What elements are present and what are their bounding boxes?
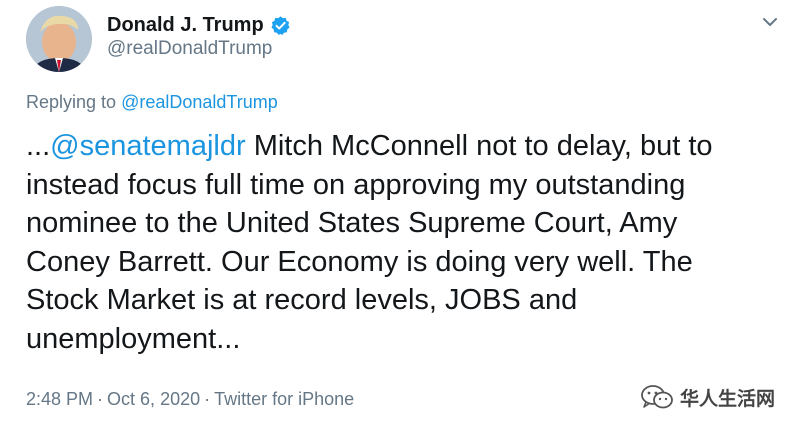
- meta-separator: ·: [204, 389, 211, 409]
- tweet-source[interactable]: Twitter for iPhone: [214, 389, 354, 409]
- reply-target-link[interactable]: @realDonaldTrump: [121, 92, 278, 112]
- reply-context: Replying to @realDonaldTrump: [26, 92, 278, 113]
- author-handle[interactable]: @realDonaldTrump: [107, 38, 272, 60]
- tweet-line-text: Mitch McConnell not to delay, but to: [245, 130, 713, 162]
- tweet-time[interactable]: 2:48 PM: [26, 389, 93, 409]
- tweet-text: ...@senatemajldr Mitch McConnell not to …: [26, 127, 766, 358]
- wechat-icon: [641, 385, 673, 409]
- avatar-photo: [26, 6, 92, 72]
- author-display-name[interactable]: Donald J. Trump: [107, 14, 264, 37]
- tweet-line: nominee to the United States Supreme Cou…: [26, 207, 678, 239]
- chevron-down-icon[interactable]: [760, 12, 780, 32]
- tweet-line: instead focus full time on approving my …: [26, 168, 686, 201]
- mention-link[interactable]: @senatemajldr: [50, 130, 245, 162]
- author-name-row: Donald J. Trump: [107, 11, 291, 39]
- tweet-line: ...@senatemajldr Mitch McConnell not to …: [26, 127, 766, 166]
- verified-badge-icon: [271, 15, 290, 35]
- meta-separator: ·: [97, 389, 104, 409]
- reply-prefix: Replying to: [26, 92, 117, 112]
- watermark-text: 华人生活网: [680, 387, 776, 410]
- tweet-meta: 2:48 PM · Oct 6, 2020 · Twitter for iPhone: [26, 389, 354, 410]
- tweet-date[interactable]: Oct 6, 2020: [107, 389, 200, 409]
- tweet-line: Coney Barrett. Our Economy is doing very…: [26, 245, 693, 278]
- tweet-line: Stock Market is at record levels, JOBS a…: [26, 284, 578, 316]
- avatar[interactable]: [26, 6, 92, 72]
- tweet-line: unemployment...: [26, 322, 241, 355]
- tweet-leading-ellipsis: ...: [26, 130, 51, 162]
- watermark: 华人生活网: [640, 383, 775, 411]
